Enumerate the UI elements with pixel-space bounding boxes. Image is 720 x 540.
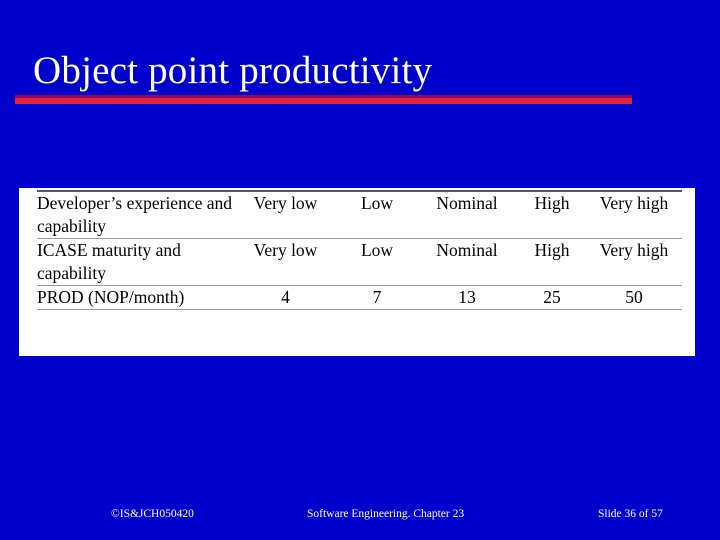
row-value: Nominal bbox=[416, 238, 518, 286]
object-point-productivity-table: Developer’s experience and capability Ve… bbox=[37, 190, 682, 310]
slide-footer: ©IS&JCH050420 Software Engineering. Chap… bbox=[0, 505, 720, 529]
row-label: PROD (NOP/month) bbox=[37, 285, 233, 310]
row-label: Developer’s experience and capability bbox=[37, 190, 233, 239]
footer-slide-number: Slide 36 of 57 bbox=[598, 508, 663, 520]
table-row: PROD (NOP/month) 4 7 13 25 50 bbox=[37, 285, 682, 310]
row-value: High bbox=[518, 238, 586, 286]
row-value: Very high bbox=[586, 190, 682, 239]
page-title: Object point productivity bbox=[33, 49, 433, 92]
table-row: Developer’s experience and capability Ve… bbox=[37, 190, 682, 239]
slide-canvas: Object point productivity Developer’s ex… bbox=[0, 0, 720, 540]
title-block: Object point productivity bbox=[15, 48, 655, 108]
row-value: Very high bbox=[586, 238, 682, 286]
row-value: 7 bbox=[338, 285, 416, 310]
object-point-productivity-table-panel: Developer’s experience and capability Ve… bbox=[19, 188, 695, 356]
row-value: Low bbox=[338, 190, 416, 239]
row-label: ICASE maturity and capability bbox=[37, 238, 233, 286]
row-value: 50 bbox=[586, 285, 682, 310]
row-value: Very low bbox=[233, 238, 338, 286]
row-value: 13 bbox=[416, 285, 518, 310]
row-value: Nominal bbox=[416, 190, 518, 239]
footer-course-label: Software Engineering. Chapter 23 bbox=[307, 508, 465, 520]
row-value: 25 bbox=[518, 285, 586, 310]
title-underline-accent bbox=[15, 98, 632, 104]
row-value: Very low bbox=[233, 190, 338, 239]
row-value: 4 bbox=[233, 285, 338, 310]
table-row: ICASE maturity and capability Very low L… bbox=[37, 238, 682, 286]
row-value: Low bbox=[338, 238, 416, 286]
footer-copyright: ©IS&JCH050420 bbox=[111, 508, 194, 520]
row-value: High bbox=[518, 190, 586, 239]
